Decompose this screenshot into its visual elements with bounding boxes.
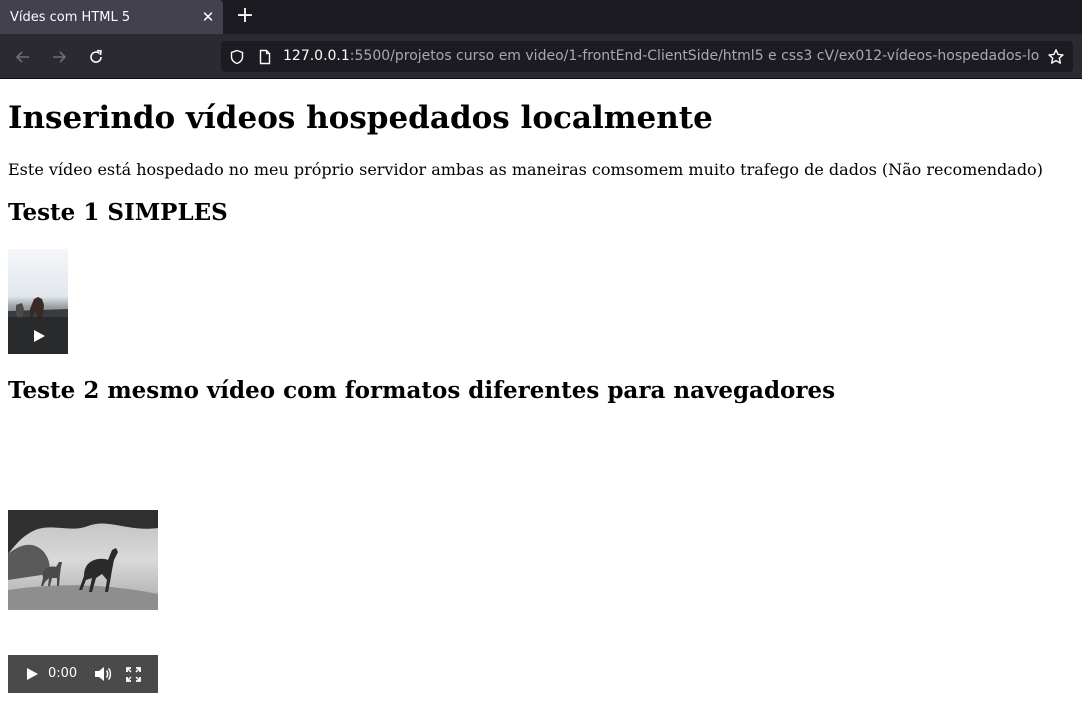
url-bar[interactable]: 127.0.0.1:5500/projetos curso em video/1… [221,41,1073,72]
tab-title: Vídes com HTML 5 [10,9,131,25]
star-icon[interactable] [1047,48,1065,66]
video-player-2[interactable] [8,510,158,610]
reload-button[interactable] [83,44,109,70]
page-description: Este vídeo está hospedado no meu próprio… [8,160,1043,179]
video-player-1[interactable] [8,249,68,354]
forward-button[interactable] [46,44,72,70]
shield-icon[interactable] [229,49,245,65]
video-thumbnail-2 [8,510,158,610]
url-path: :5500/projetos curso em video/1-frontEnd… [349,48,1039,64]
section1-title: Teste 1 SIMPLES [8,199,228,226]
section2-title: Teste 2 mesmo vídeo com formatos diferen… [8,377,836,404]
url-text[interactable]: 127.0.0.1:5500/projetos curso em video/1… [283,48,1039,64]
reload-icon [90,49,102,63]
url-host: 127.0.0.1 [283,48,350,64]
new-tab-button[interactable]: + [231,2,259,30]
play-icon[interactable] [26,667,39,681]
navigation-bar: 127.0.0.1:5500/projetos curso em video/1… [0,34,1082,79]
arrow-right-icon [53,51,67,63]
video1-control-bar [8,317,68,354]
volume-icon[interactable] [94,666,112,682]
back-button[interactable] [10,44,36,70]
video-time: 0:00 [48,666,78,681]
fullscreen-icon[interactable] [126,667,141,682]
page-heading: Inserindo vídeos hospedados localmente [8,100,713,136]
browser-tab[interactable]: Vídes com HTML 5 ✕ [0,0,223,34]
page-icon[interactable] [257,49,273,65]
video2-control-bar: 0:00 [8,655,158,693]
close-tab-icon[interactable]: ✕ [193,8,223,26]
arrow-left-icon [15,51,29,63]
play-icon[interactable] [33,329,46,343]
tab-bar: Vídes com HTML 5 ✕ + [0,0,1082,34]
